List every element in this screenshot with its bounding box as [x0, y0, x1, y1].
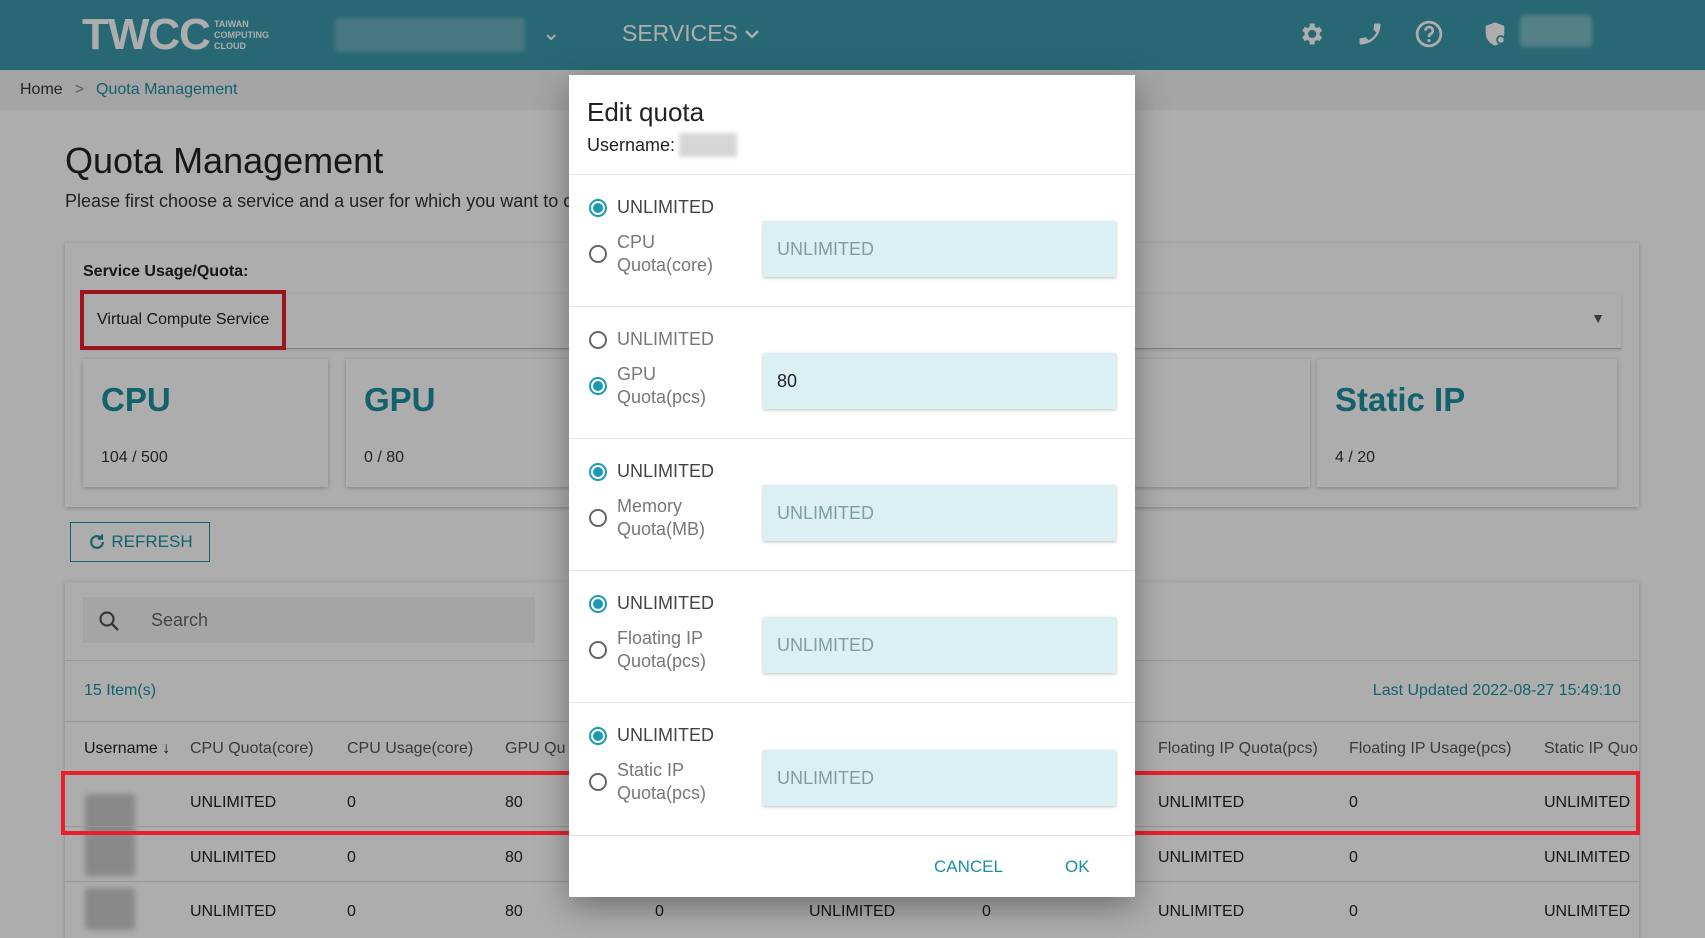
- radio-checked-icon: [589, 462, 607, 481]
- label-line-2: Quota(pcs): [617, 783, 707, 803]
- divider: [569, 306, 1135, 307]
- divider: [569, 570, 1135, 571]
- static-ip-quota-field[interactable]: UNLIMITED: [763, 750, 1116, 806]
- radio-label: UNLIMITED: [617, 725, 715, 745]
- divider: [569, 702, 1135, 703]
- radio-label: UNLIMITED: [617, 461, 715, 481]
- divider: [569, 174, 1135, 175]
- label-line-1: Memory: [617, 496, 683, 516]
- label-line-1: Floating IP: [617, 628, 704, 648]
- gpu-quota-field[interactable]: 80: [763, 353, 1116, 409]
- radio-label: CPU Quota(core): [617, 231, 713, 277]
- memory-unlimited-radio[interactable]: UNLIMITED: [589, 460, 714, 483]
- ok-button[interactable]: OK: [1065, 857, 1090, 877]
- gpu-quota-radio[interactable]: GPU Quota(pcs): [589, 363, 706, 409]
- radio-unchecked-icon: [589, 773, 607, 791]
- floating-ip-unlimited-radio[interactable]: UNLIMITED: [589, 592, 714, 615]
- label-line-2: Quota(MB): [617, 519, 706, 539]
- divider: [569, 438, 1135, 439]
- radio-label: UNLIMITED: [617, 197, 715, 217]
- radio-unchecked-icon: [589, 641, 607, 659]
- radio-checked-icon: [589, 594, 607, 613]
- label-line-2: Quota(pcs): [617, 387, 707, 407]
- label-line-2: Quota(core): [617, 255, 714, 275]
- cpu-unlimited-radio[interactable]: UNLIMITED: [589, 196, 714, 219]
- label-line-1: Static IP: [617, 760, 685, 780]
- username-label: Username:: [587, 134, 676, 155]
- radio-label: UNLIMITED: [617, 329, 715, 349]
- radio-unchecked-icon: [589, 330, 607, 349]
- radio-label: Memory Quota(MB): [617, 495, 705, 541]
- radio-label: Floating IP Quota(pcs): [617, 627, 706, 673]
- floating-ip-quota-field[interactable]: UNLIMITED: [763, 617, 1116, 673]
- edit-quota-dialog: Edit quota Username: UNLIMITED CPU Quota…: [569, 75, 1135, 897]
- radio-label: GPU Quota(pcs): [617, 363, 706, 409]
- radio-label: UNLIMITED: [617, 593, 715, 613]
- floating-ip-quota-radio[interactable]: Floating IP Quota(pcs): [589, 627, 706, 673]
- username-value-blurred: [679, 133, 738, 157]
- divider: [569, 835, 1135, 836]
- memory-quota-field[interactable]: UNLIMITED: [763, 485, 1116, 541]
- cpu-quota-field[interactable]: UNLIMITED: [763, 221, 1116, 277]
- label-line-1: CPU: [617, 232, 656, 252]
- static-ip-quota-radio[interactable]: Static IP Quota(pcs): [589, 759, 706, 805]
- cancel-button[interactable]: CANCEL: [934, 857, 1003, 877]
- gpu-unlimited-radio[interactable]: UNLIMITED: [589, 328, 714, 351]
- radio-checked-icon: [589, 377, 607, 395]
- label-line-2: Quota(pcs): [617, 651, 707, 671]
- dialog-title: Edit quota: [587, 97, 705, 127]
- radio-label: Static IP Quota(pcs): [617, 759, 706, 805]
- dialog-username: Username:: [587, 133, 738, 157]
- cpu-quota-radio[interactable]: CPU Quota(core): [589, 231, 713, 277]
- radio-unchecked-icon: [589, 509, 607, 527]
- radio-checked-icon: [589, 198, 607, 217]
- label-line-1: GPU: [617, 364, 657, 384]
- radio-checked-icon: [589, 726, 607, 745]
- static-ip-unlimited-radio[interactable]: UNLIMITED: [589, 724, 714, 747]
- radio-unchecked-icon: [589, 245, 607, 263]
- memory-quota-radio[interactable]: Memory Quota(MB): [589, 495, 705, 541]
